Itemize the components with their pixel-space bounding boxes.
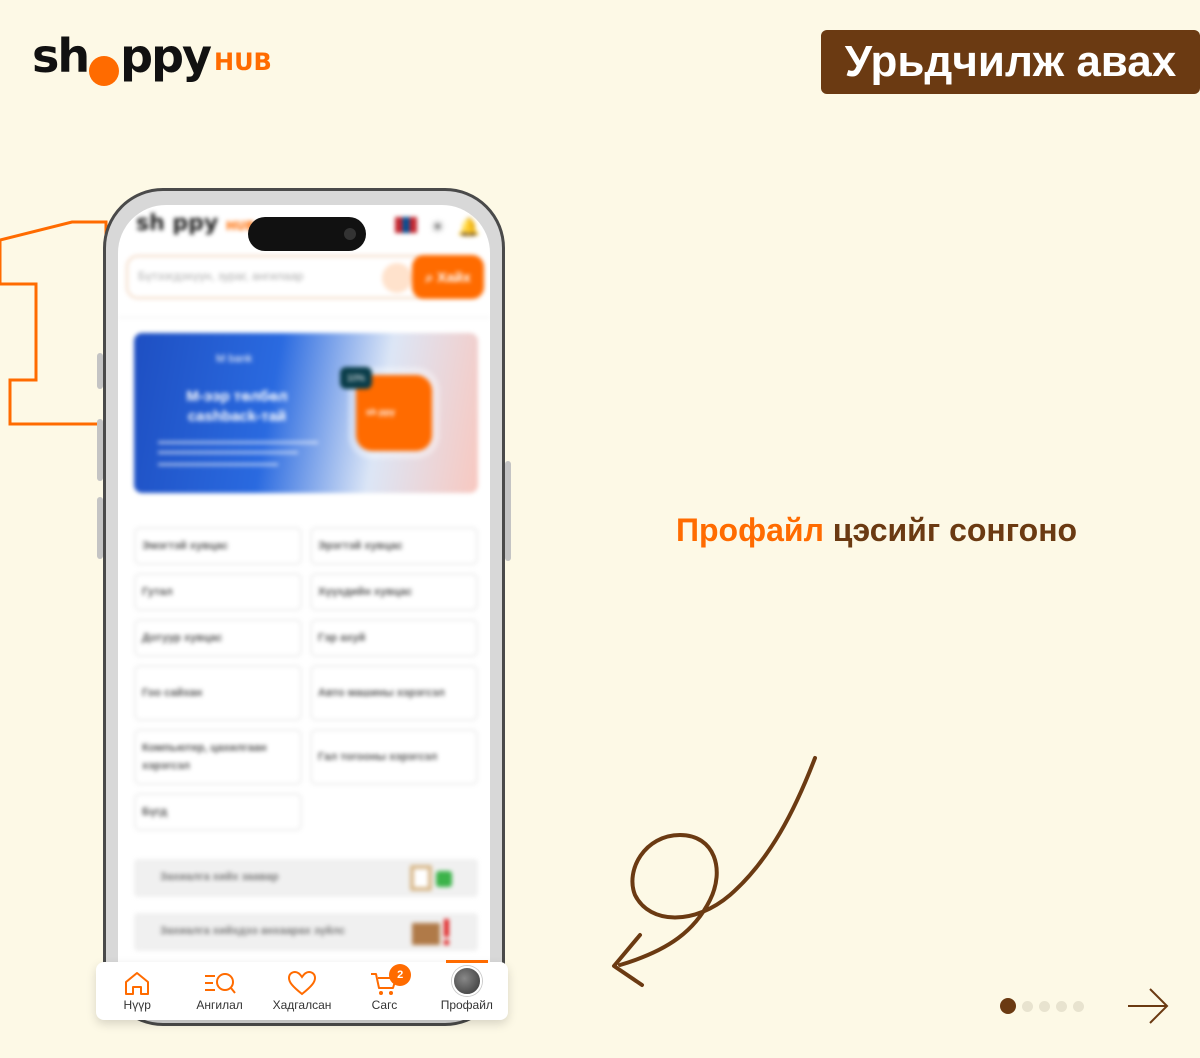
- banner-text-line: [158, 463, 278, 466]
- search-button[interactable]: ⌕ Хайх: [412, 255, 484, 299]
- category-item[interactable]: Авто машины хэрэгсэл: [310, 665, 478, 721]
- phone-power-button: [505, 461, 511, 561]
- pagination-dot-active[interactable]: [1000, 998, 1016, 1014]
- category-item[interactable]: Хүүхдийн хувцас: [310, 573, 478, 611]
- nav-label: Нүүр: [123, 998, 151, 1012]
- category-search-icon: [204, 973, 236, 994]
- dynamic-island: [248, 217, 366, 251]
- nav-cart[interactable]: 2 Сагс: [343, 962, 425, 1020]
- search-button-label: Хайх: [437, 269, 471, 285]
- step-number-graphic: [0, 220, 108, 426]
- active-indicator: [445, 960, 488, 963]
- info-row-label: Захиалга хийхдээ анхаарах зүйлс: [160, 925, 346, 937]
- category-item[interactable]: Гутал: [134, 573, 302, 611]
- banner-text-line: [158, 441, 318, 444]
- nav-label: Профайл: [440, 998, 493, 1012]
- blurred-app-content: sh ppy HUB ☀ 🔔 Бүтээгдэхүүн, зураг, анги…: [118, 205, 490, 1011]
- front-camera: [344, 228, 356, 240]
- pagination-dot[interactable]: [1073, 1000, 1084, 1012]
- category-item[interactable]: Дотуур хувцас: [134, 619, 302, 657]
- info-row[interactable]: Захиалга хийхдээ анхаарах зүйлс: [134, 913, 478, 951]
- phone-mockup: sh ppy HUB ☀ 🔔 Бүтээгдэхүүн, зураг, анги…: [97, 188, 511, 1026]
- box-warning-icon: [412, 919, 449, 945]
- category-item[interactable]: Бүгд: [134, 793, 302, 831]
- camera-search-icon[interactable]: [382, 263, 412, 293]
- search-bar[interactable]: Бүтээгдэхүүн, зураг, ангилаар ⌕ Хайх: [126, 255, 484, 299]
- nav-label: Хадгалсан: [272, 998, 332, 1012]
- promo-banner[interactable]: M bank M-ээр төлбөл cashback-тай sh ppy …: [134, 333, 478, 493]
- search-placeholder: Бүтээгдэхүүн, зураг, ангилаар: [138, 269, 304, 283]
- logo-o-circle-icon: [89, 56, 120, 86]
- category-item[interactable]: Эрэгтэй хувцас: [310, 527, 478, 565]
- next-arrow-icon[interactable]: [1126, 984, 1170, 1028]
- pagination-dot[interactable]: [1022, 1000, 1033, 1012]
- instruction-text: Профайл цэсийг сонгоно: [676, 512, 1077, 549]
- nav-saved[interactable]: Хадгалсан: [261, 962, 343, 1020]
- logo-suffix: ppy: [120, 29, 212, 83]
- app-logo: sh ppy HUB: [136, 211, 255, 236]
- info-row-label: Захиалга хийх заавар: [160, 871, 279, 883]
- category-item[interactable]: Гэр ахуй: [310, 619, 478, 657]
- category-grid: Эмэгтэй хувцас Эрэгтэй хувцас Гутал Хүүх…: [134, 527, 478, 831]
- logo-sub: HUB: [213, 48, 272, 76]
- nav-label: Ангилал: [196, 998, 243, 1012]
- banner-title: M-ээр төлбөл cashback-тай: [186, 388, 288, 425]
- brand-logo: sh ppy HUB: [32, 28, 272, 86]
- nav-label: Сагс: [371, 998, 398, 1012]
- category-item[interactable]: Компьютер, цахилгаан хэрэгсэл: [134, 729, 302, 785]
- category-item[interactable]: Эмэгтэй хувцас: [134, 527, 302, 565]
- phone-volume-up: [97, 419, 103, 481]
- pagination-dot[interactable]: [1039, 1000, 1050, 1012]
- avatar: [451, 966, 482, 996]
- bell-icon[interactable]: 🔔: [458, 217, 480, 238]
- cart-badge: 2: [389, 964, 412, 986]
- info-row[interactable]: Захиалга хийх заавар: [134, 859, 478, 897]
- category-item[interactable]: Гал тогооны хэрэгсэл: [310, 729, 478, 785]
- banner-app-text: sh ppy: [366, 407, 396, 417]
- home-icon: [125, 972, 150, 995]
- instruction-highlight: Профайл: [676, 512, 824, 548]
- logo-prefix: sh: [32, 29, 90, 83]
- search-icon: ⌕: [425, 268, 434, 285]
- app-logo-text: sh ppy: [136, 211, 219, 236]
- phone-volume-down: [97, 497, 103, 559]
- banner-bank-logo: M bank: [216, 353, 253, 365]
- nav-profile[interactable]: Профайл: [426, 960, 508, 1020]
- instruction-rest: цэсийг сонгоно: [823, 512, 1078, 548]
- clipboard-check-icon: [410, 865, 452, 891]
- app-header-icons: ☀ 🔔: [395, 217, 480, 238]
- banner-text-line: [158, 451, 298, 454]
- nav-home[interactable]: Нүүр: [96, 962, 178, 1020]
- pagination-dots: [1000, 998, 1084, 1014]
- sun-icon[interactable]: ☀: [429, 217, 445, 238]
- curved-arrow-icon: [612, 756, 817, 987]
- bottom-nav: Нүүр Ангилал Хадгалсан 2 Сагс Профайл: [96, 960, 508, 1020]
- category-item[interactable]: Гоо сайхан: [134, 665, 302, 721]
- banner-badge: 10%: [340, 367, 372, 389]
- section-tag: Урьдчилж авах: [821, 30, 1200, 94]
- phone-screen: sh ppy HUB ☀ 🔔 Бүтээгдэхүүн, зураг, анги…: [118, 205, 490, 1011]
- nav-category[interactable]: Ангилал: [178, 962, 260, 1020]
- phone-side-button: [97, 353, 103, 389]
- header-divider: [118, 317, 490, 318]
- pagination-dot[interactable]: [1056, 1000, 1067, 1012]
- mongolia-flag-icon[interactable]: [395, 217, 418, 233]
- heart-icon: [288, 970, 317, 996]
